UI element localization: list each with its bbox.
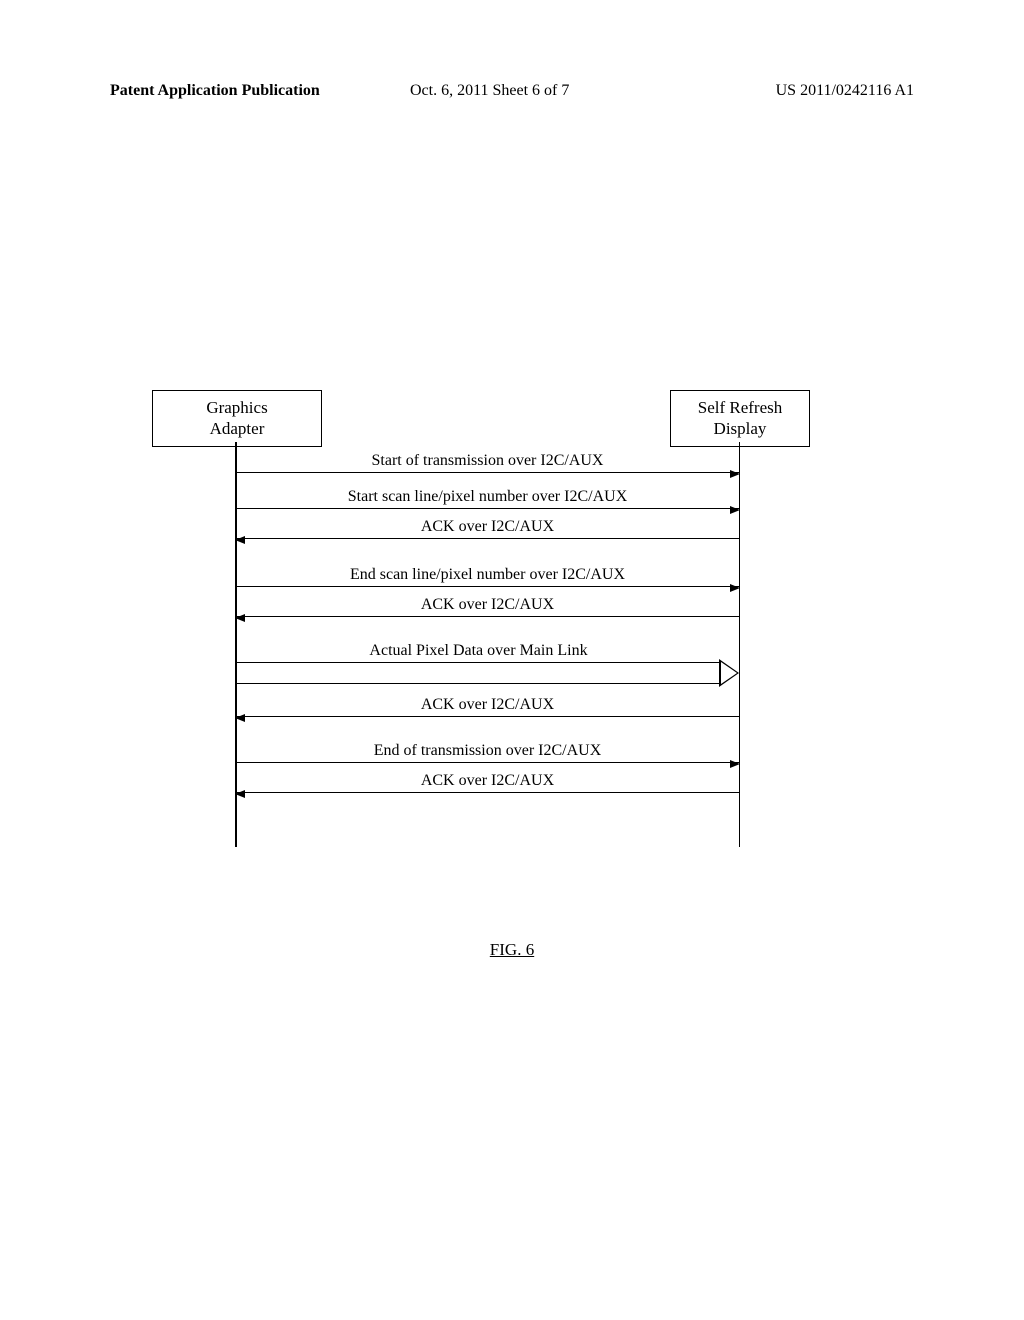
- msg-end-scan-line: End scan line/pixel number over I2C/AUX: [236, 566, 739, 587]
- arrow-left-icon: [235, 536, 245, 544]
- msg-ack4: ACK over I2C/AUX: [236, 772, 739, 793]
- arrow-left-icon: [235, 790, 245, 798]
- open-arrow-head-icon: [719, 659, 739, 687]
- msg-ack3: ACK over I2C/AUX: [236, 696, 739, 717]
- msg-label: Actual Pixel Data over Main Link: [236, 642, 721, 660]
- msg-label: Start of transmission over I2C/AUX: [236, 452, 739, 473]
- figure-caption: FIG. 6: [0, 940, 1024, 960]
- msg-ack2: ACK over I2C/AUX: [236, 596, 739, 617]
- page-header: Patent Application Publication Oct. 6, 2…: [0, 82, 1024, 100]
- header-publication: Patent Application Publication: [110, 82, 320, 100]
- header-date-sheet: Oct. 6, 2011 Sheet 6 of 7: [410, 82, 569, 100]
- arrow-left-icon: [235, 614, 245, 622]
- msg-label: ACK over I2C/AUX: [236, 518, 739, 539]
- arrow-right-icon: [730, 760, 740, 768]
- msg-label: ACK over I2C/AUX: [236, 772, 739, 793]
- msg-end-transmission: End of transmission over I2C/AUX: [236, 742, 739, 763]
- arrow-left-icon: [235, 714, 245, 722]
- graphics-adapter-box: Graphics Adapter: [152, 390, 322, 447]
- msg-start-transmission: Start of transmission over I2C/AUX: [236, 452, 739, 473]
- open-arrow-body: [236, 662, 721, 684]
- msg-label: Start scan line/pixel number over I2C/AU…: [236, 488, 739, 509]
- msg-start-scan-line: Start scan line/pixel number over I2C/AU…: [236, 488, 739, 509]
- msg-label: ACK over I2C/AUX: [236, 696, 739, 717]
- msg-label: End scan line/pixel number over I2C/AUX: [236, 566, 739, 587]
- msg-label: ACK over I2C/AUX: [236, 596, 739, 617]
- msg-pixel-data-main-link: Actual Pixel Data over Main Link: [236, 662, 739, 684]
- self-refresh-display-box: Self Refresh Display: [670, 390, 810, 447]
- arrow-right-icon: [730, 506, 740, 514]
- header-patent-no: US 2011/0242116 A1: [776, 82, 914, 100]
- arrow-right-icon: [730, 470, 740, 478]
- msg-ack1: ACK over I2C/AUX: [236, 518, 739, 539]
- msg-label: End of transmission over I2C/AUX: [236, 742, 739, 763]
- arrow-right-icon: [730, 584, 740, 592]
